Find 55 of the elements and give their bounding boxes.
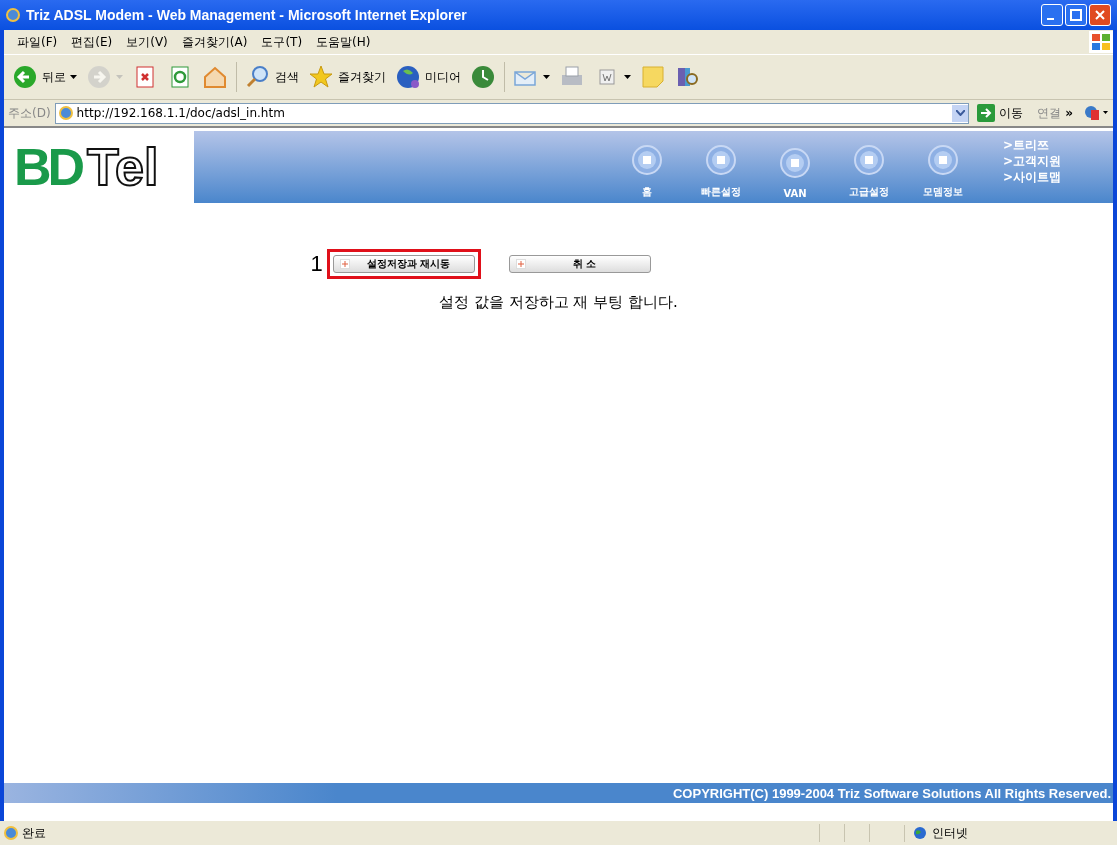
history-icon	[470, 64, 496, 90]
chevron-button[interactable]: »	[1065, 106, 1079, 120]
menu-item[interactable]: 도움말(H)	[309, 33, 378, 51]
dropdown-caret-icon	[70, 75, 77, 79]
forward-icon	[86, 64, 112, 90]
address-label: 주소(D)	[8, 104, 51, 122]
page-icon	[4, 826, 18, 840]
menu-item[interactable]: 보기(V)	[119, 33, 175, 51]
go-button[interactable]: 이동	[973, 104, 1028, 122]
zone-text: 인터넷	[932, 824, 968, 842]
home-icon	[202, 64, 228, 90]
orb-icon[interactable]	[854, 145, 884, 175]
annotation-number: 1	[310, 251, 323, 277]
dropdown-button[interactable]	[952, 104, 969, 122]
maximize-button[interactable]	[1065, 4, 1087, 26]
back-icon	[12, 64, 38, 90]
menu-item[interactable]: 도구(T)	[254, 33, 310, 51]
note-icon	[640, 64, 666, 90]
globe-icon	[913, 826, 927, 840]
favorites-icon	[308, 64, 334, 90]
media-icon	[395, 64, 421, 90]
page-button[interactable]: 취 소	[508, 255, 651, 273]
menu-item[interactable]: 편집(E)	[64, 33, 120, 51]
toolbar-button[interactable]: 검색	[241, 62, 303, 92]
orb-icon[interactable]	[632, 145, 662, 175]
message-text: 설정 값을 저장하고 재 부팅 합니다.	[439, 293, 678, 312]
page-button[interactable]: 설정저장과 재시동	[332, 255, 475, 273]
toolbar-button[interactable]: 뒤로	[8, 62, 81, 92]
plus-icon	[515, 259, 526, 269]
logo: BDTel	[4, 131, 194, 203]
chevron-down-icon	[955, 110, 965, 116]
minimize-button[interactable]	[1041, 4, 1063, 26]
close-icon	[1094, 9, 1106, 21]
toolbar-button[interactable]: 즐겨찾기	[304, 62, 390, 92]
dropdown-caret-icon	[543, 75, 550, 79]
window-title: Triz ADSL Modem - Web Management - Microsoft Internet Explorer	[26, 7, 468, 23]
close-button[interactable]	[1089, 4, 1111, 26]
menu-item[interactable]: 즐겨찾기(A)	[174, 33, 255, 51]
orb-icon[interactable]	[706, 145, 736, 175]
minimize-icon	[1046, 18, 1054, 20]
page-icon	[58, 106, 73, 120]
ie-icon	[6, 8, 20, 22]
copyright-text: COPYRIGHT(C) 1999-2004 Triz Software Solutions All Rights Reserved.	[673, 785, 1112, 801]
address-field[interactable]: http://192.168.1.1/doc/adsl_in.htm	[54, 102, 970, 124]
orb-icon[interactable]	[780, 148, 810, 178]
toolbar-button[interactable]: 미디어	[391, 62, 465, 92]
plus-icon	[339, 259, 350, 269]
status-text: 완료	[22, 824, 47, 842]
dropdown-caret-icon	[116, 75, 123, 79]
maximize-icon	[1070, 9, 1082, 21]
dropdown-caret-icon	[624, 75, 631, 79]
menu-item[interactable]: 파일(F)	[10, 33, 65, 51]
search-icon	[245, 64, 271, 90]
pdf-icon[interactable]	[1083, 104, 1109, 122]
orb-icon[interactable]	[928, 145, 958, 175]
